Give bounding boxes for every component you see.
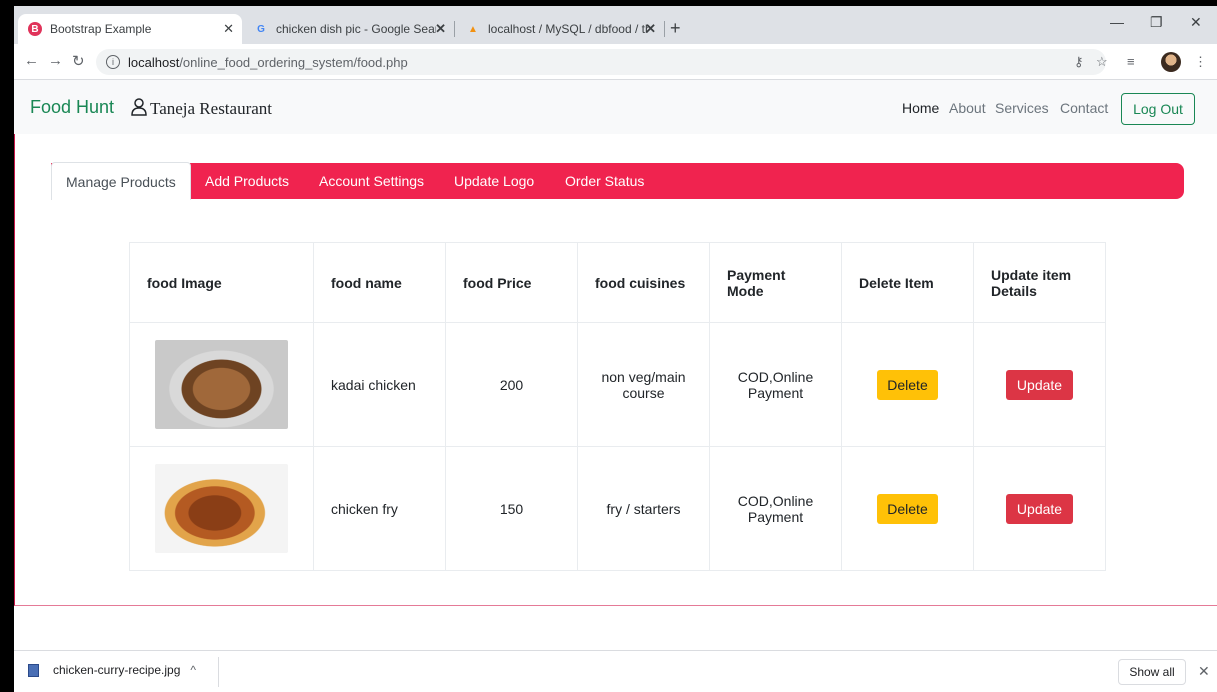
star-icon[interactable]: ☆ bbox=[1096, 54, 1108, 70]
close-icon[interactable]: ✕ bbox=[223, 21, 234, 37]
menu-icon[interactable]: ⋮ bbox=[1194, 54, 1207, 70]
table-row: kadai chicken 200 non veg/main course CO… bbox=[129, 322, 1106, 447]
user-icon bbox=[131, 98, 147, 116]
col-food-price: food Price bbox=[445, 242, 578, 323]
nav-services[interactable]: Services bbox=[995, 100, 1049, 116]
nav-contact[interactable]: Contact bbox=[1060, 100, 1108, 116]
tab-title: chicken dish pic - Google Search bbox=[276, 22, 436, 36]
tab-order-status[interactable]: Order Status bbox=[565, 163, 644, 199]
food-cuisine: fry / starters bbox=[577, 446, 710, 571]
tab-separator bbox=[664, 21, 665, 37]
site-navbar: Food Hunt Taneja Restaurant Home About S… bbox=[14, 80, 1217, 134]
google-favicon-icon: G bbox=[257, 23, 265, 35]
nav-about[interactable]: About bbox=[949, 100, 986, 116]
maximize-icon[interactable]: ❐ bbox=[1150, 14, 1163, 31]
logout-button[interactable]: Log Out bbox=[1121, 93, 1195, 125]
col-payment-mode: Payment Mode bbox=[709, 242, 842, 323]
forward-icon[interactable]: → bbox=[48, 52, 63, 69]
key-icon[interactable]: ⚷ bbox=[1074, 54, 1084, 70]
info-icon[interactable]: i bbox=[106, 55, 120, 69]
col-food-cuisines: food cuisines bbox=[577, 242, 710, 323]
profile-avatar[interactable] bbox=[1161, 52, 1181, 72]
close-icon[interactable]: ✕ bbox=[435, 21, 446, 37]
restaurant-name: Taneja Restaurant bbox=[150, 99, 273, 118]
chevron-up-icon[interactable]: ^ bbox=[190, 663, 196, 677]
web-page: Food Hunt Taneja Restaurant Home About S… bbox=[14, 80, 1217, 650]
show-all-button[interactable]: Show all bbox=[1118, 659, 1186, 685]
food-price: 150 bbox=[445, 446, 578, 571]
reading-list-icon[interactable]: ≡ bbox=[1127, 54, 1135, 69]
tab-update-logo[interactable]: Update Logo bbox=[454, 163, 534, 199]
col-delete-item: Delete Item bbox=[841, 242, 974, 323]
tab-manage-products[interactable]: Manage Products bbox=[51, 162, 191, 200]
tab-separator bbox=[454, 21, 455, 37]
col-food-image: food Image bbox=[129, 242, 314, 323]
file-icon bbox=[28, 663, 39, 677]
food-name: chicken fry bbox=[313, 446, 446, 571]
download-item[interactable]: chicken-curry-recipe.jpg ^ bbox=[28, 663, 196, 677]
products-table: food Image food name food Price food cui… bbox=[129, 242, 1106, 571]
minimize-icon[interactable]: — bbox=[1110, 14, 1124, 30]
url-input[interactable]: i localhost/online_food_ordering_system/… bbox=[96, 49, 1106, 75]
update-button[interactable]: Update bbox=[1005, 369, 1074, 400]
url-path: /online_food_ordering_system/food.php bbox=[179, 54, 408, 70]
address-bar: ← → ↻ i localhost/online_food_ordering_s… bbox=[14, 44, 1217, 80]
close-icon[interactable]: ✕ bbox=[645, 21, 656, 37]
phpmyadmin-favicon-icon: ▲ bbox=[468, 23, 478, 35]
tab-account-settings[interactable]: Account Settings bbox=[319, 163, 424, 199]
update-button[interactable]: Update bbox=[1005, 493, 1074, 524]
window-close-icon[interactable]: ✕ bbox=[1190, 14, 1202, 31]
payment-mode: COD,Online Payment bbox=[709, 322, 842, 447]
brand-link[interactable]: Food Hunt bbox=[30, 97, 114, 118]
browser-tab-bootstrap[interactable]: B Bootstrap Example ✕ bbox=[18, 14, 242, 44]
tab-add-products[interactable]: Add Products bbox=[205, 163, 289, 199]
col-update-item: Update item Details bbox=[973, 242, 1106, 323]
delete-button[interactable]: Delete bbox=[877, 493, 938, 524]
download-bar: chicken-curry-recipe.jpg ^ Show all ✕ bbox=[14, 650, 1217, 692]
product-tabs: Manage Products Add Products Account Set… bbox=[51, 162, 1184, 200]
back-icon[interactable]: ← bbox=[24, 52, 39, 69]
delete-button[interactable]: Delete bbox=[877, 369, 938, 400]
close-icon[interactable]: ✕ bbox=[1198, 663, 1210, 680]
download-separator bbox=[218, 657, 219, 687]
new-tab-icon[interactable]: + bbox=[670, 18, 681, 39]
food-image-chicken-fry bbox=[155, 464, 288, 553]
food-price: 200 bbox=[445, 322, 578, 447]
browser-tab-google[interactable]: G chicken dish pic - Google Search ✕ bbox=[244, 14, 454, 44]
url-host: localhost bbox=[128, 54, 180, 70]
browser-window: B Bootstrap Example ✕ G chicken dish pic… bbox=[0, 0, 1217, 692]
browser-tab-phpmyadmin[interactable]: ▲ localhost / MySQL / dbfood / tba ✕ bbox=[456, 14, 664, 44]
food-name: kadai chicken bbox=[313, 322, 446, 447]
tab-strip: B Bootstrap Example ✕ G chicken dish pic… bbox=[14, 6, 1217, 44]
payment-mode: COD,Online Payment bbox=[709, 446, 842, 571]
table-row: chicken fry 150 fry / starters COD,Onlin… bbox=[129, 446, 1106, 571]
bootstrap-favicon-icon: B bbox=[28, 22, 42, 36]
col-food-name: food name bbox=[313, 242, 446, 323]
tab-title: localhost / MySQL / dbfood / tba bbox=[488, 22, 648, 36]
nav-home[interactable]: Home bbox=[902, 100, 939, 116]
food-cuisine: non veg/main course bbox=[577, 322, 710, 447]
dashboard-content: Manage Products Add Products Account Set… bbox=[14, 134, 1217, 606]
reload-icon[interactable]: ↻ bbox=[72, 52, 85, 70]
tab-title: Bootstrap Example bbox=[50, 22, 152, 36]
food-image-kadai-chicken bbox=[155, 340, 288, 429]
download-filename: chicken-curry-recipe.jpg bbox=[53, 663, 181, 677]
table-header-row: food Image food name food Price food cui… bbox=[129, 242, 1106, 323]
